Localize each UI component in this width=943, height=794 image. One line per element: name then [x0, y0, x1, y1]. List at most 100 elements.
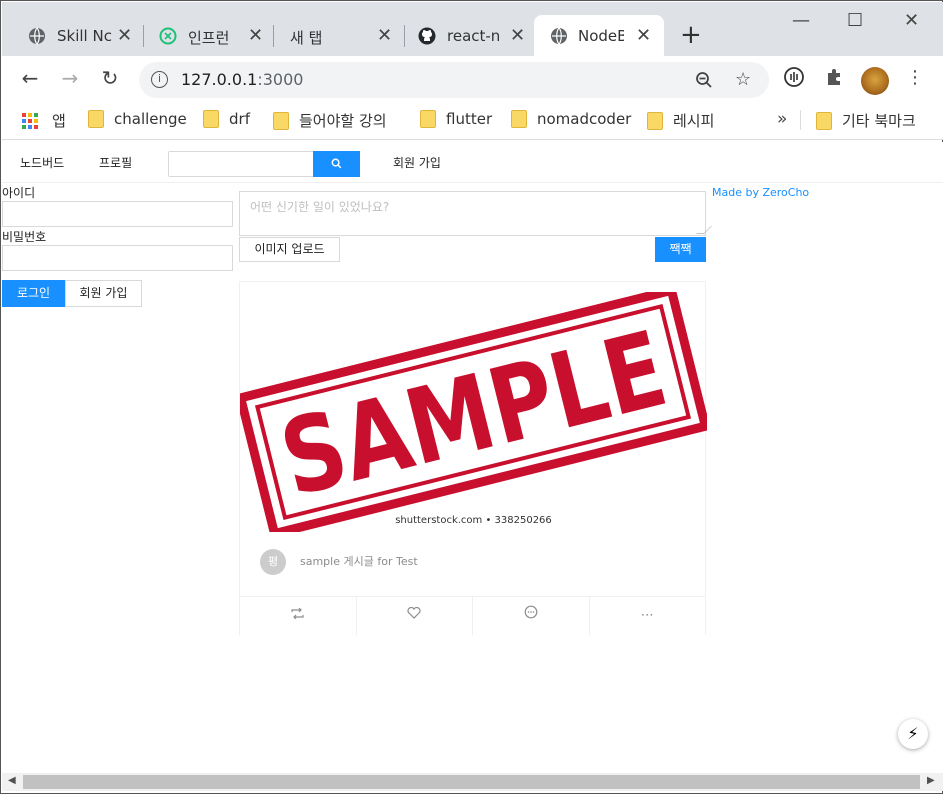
id-input[interactable]	[2, 201, 233, 227]
scroll-right-arrow[interactable]: ▶	[927, 775, 935, 786]
more-bookmarks-button[interactable]: »	[777, 109, 787, 129]
page-viewport: 노드버드 프로필 회원 가입 아이디 비밀번호 로그인 회원 가입 어떤 신기한…	[2, 142, 943, 773]
other-bookmarks[interactable]: 기타 북마크	[816, 110, 916, 131]
tab-react[interactable]: react-n ✕	[392, 15, 532, 57]
bookmark-apps[interactable]: 앱	[22, 110, 66, 131]
like-button[interactable]	[357, 597, 473, 635]
retweet-icon	[291, 607, 304, 620]
post-placeholder: 어떤 신기한 일이 있었나요?	[250, 200, 390, 214]
url-text: 127.0.0.1:3000	[181, 70, 304, 89]
reload-icon[interactable]: ↻	[98, 67, 122, 89]
tab-nodebird[interactable]: NodeB ✕	[534, 15, 664, 57]
close-icon[interactable]: ✕	[636, 25, 651, 46]
folder-icon	[273, 111, 289, 130]
scroll-left-arrow[interactable]: ◀	[8, 775, 16, 786]
folder-icon	[816, 111, 832, 130]
close-icon[interactable]: ✕	[510, 25, 525, 46]
back-arrow-icon[interactable]: ←	[18, 67, 42, 89]
horizontal-scrollbar[interactable]: ◀ ▶	[2, 773, 943, 791]
globe-icon	[29, 27, 45, 45]
tab-title: 인프런	[188, 29, 230, 47]
bookmarks-bar: 앱 challenge drf 들어야할 강의 flutter nomadcod…	[2, 102, 943, 140]
new-tab-button[interactable]: +	[680, 22, 702, 48]
search-input[interactable]	[168, 151, 314, 177]
apps-grid-icon	[22, 112, 38, 129]
image-upload-button[interactable]: 이미지 업로드	[239, 237, 340, 262]
post-card: SAMPLE shutterstock.com • 338250266 평 sa…	[239, 281, 707, 635]
tab-inflearn[interactable]: 인프런 ✕	[133, 15, 273, 57]
folder-icon	[203, 110, 219, 128]
profile-avatar[interactable]	[861, 67, 889, 95]
close-icon[interactable]: ✕	[248, 25, 263, 46]
close-icon[interactable]: ✕	[117, 25, 132, 46]
folder-icon	[511, 110, 527, 128]
more-menu-icon[interactable]: ⋮	[906, 67, 924, 88]
star-icon[interactable]: ☆	[735, 69, 751, 90]
address-bar[interactable]: i 127.0.0.1:3000 ☆	[139, 62, 769, 98]
info-icon[interactable]: i	[151, 71, 168, 88]
forward-arrow-icon[interactable]: →	[58, 67, 82, 89]
image-credit: shutterstock.com • 338250266	[395, 515, 552, 526]
tab-new[interactable]: 새 탭 ✕	[264, 15, 404, 57]
search-icon	[331, 158, 342, 169]
bookmark-folder[interactable]: nomadcoder	[511, 110, 631, 128]
post-actions: ⋯	[240, 596, 705, 635]
minimize-button[interactable]: —	[792, 10, 810, 31]
bookmark-separator	[800, 110, 801, 130]
zoom-out-icon[interactable]	[695, 71, 713, 89]
scroll-thumb[interactable]	[23, 775, 920, 789]
made-by-link[interactable]: Made by ZeroCho	[712, 186, 809, 199]
more-button[interactable]: ⋯	[590, 597, 706, 635]
resize-handle[interactable]	[696, 226, 712, 234]
tab-title: Skill Nc	[57, 27, 112, 45]
bookmark-label: 기타 북마크	[842, 112, 916, 130]
heart-icon	[407, 606, 421, 619]
tweet-button[interactable]: 짹짹	[655, 237, 706, 262]
menu-signup[interactable]: 회원 가입	[393, 154, 441, 171]
search-button[interactable]	[313, 151, 360, 177]
browser-window: Skill Nc ✕ 인프런 ✕ 새 탭 ✕ react-n ✕ NodeB ✕…	[0, 0, 943, 794]
bookmark-label: 앱	[52, 112, 66, 130]
bookmark-folder[interactable]: challenge	[88, 110, 187, 128]
app-menu: 노드버드 프로필 회원 가입	[2, 142, 943, 183]
tab-title: 새 탭	[290, 29, 323, 47]
folder-icon	[88, 110, 104, 128]
folder-icon	[647, 111, 663, 130]
tab-skill[interactable]: Skill Nc ✕	[2, 15, 142, 57]
tab-title: react-n	[447, 27, 499, 45]
bookmark-label: drf	[229, 110, 250, 128]
maximize-button[interactable]: ☐	[847, 10, 863, 31]
password-input[interactable]	[2, 245, 233, 271]
lightning-icon[interactable]: ⚡︎	[898, 719, 928, 749]
bookmark-folder[interactable]: 들어야할 강의	[273, 110, 387, 131]
bookmark-folder[interactable]: flutter	[420, 110, 492, 128]
folder-icon	[420, 110, 436, 128]
puzzle-icon[interactable]	[824, 67, 844, 87]
audio-extension-icon[interactable]	[784, 67, 804, 87]
browser-toolbar: ← → ↻ i 127.0.0.1:3000 ☆	[2, 56, 943, 102]
close-window-button[interactable]: ✕	[904, 10, 919, 31]
bookmark-label: 들어야할 강의	[299, 112, 387, 130]
bookmark-label: flutter	[446, 110, 493, 128]
bookmark-label: 레시피	[673, 112, 715, 130]
id-label: 아이디	[2, 186, 36, 200]
bookmark-label: challenge	[114, 110, 187, 128]
post-textarea[interactable]: 어떤 신기한 일이 있었나요?	[239, 191, 712, 236]
comment-button[interactable]	[473, 597, 590, 635]
menu-home[interactable]: 노드버드	[20, 154, 64, 171]
bookmark-label: nomadcoder	[537, 110, 632, 128]
close-icon[interactable]: ✕	[377, 25, 392, 46]
globe-icon	[551, 27, 567, 45]
menu-profile[interactable]: 프로필	[99, 154, 132, 171]
retweet-button[interactable]	[240, 597, 357, 635]
tab-title: NodeB	[578, 27, 624, 45]
login-button[interactable]: 로그인	[2, 280, 65, 307]
bookmark-folder[interactable]: 레시피	[647, 110, 714, 131]
bookmark-folder[interactable]: drf	[203, 110, 250, 128]
signup-button[interactable]: 회원 가입	[65, 280, 142, 307]
password-label: 비밀번호	[2, 230, 47, 244]
post-image[interactable]: SAMPLE	[240, 292, 707, 532]
tab-strip: Skill Nc ✕ 인프런 ✕ 새 탭 ✕ react-n ✕ NodeB ✕…	[2, 2, 943, 57]
github-icon	[418, 27, 436, 45]
author-avatar[interactable]: 평	[260, 549, 286, 575]
